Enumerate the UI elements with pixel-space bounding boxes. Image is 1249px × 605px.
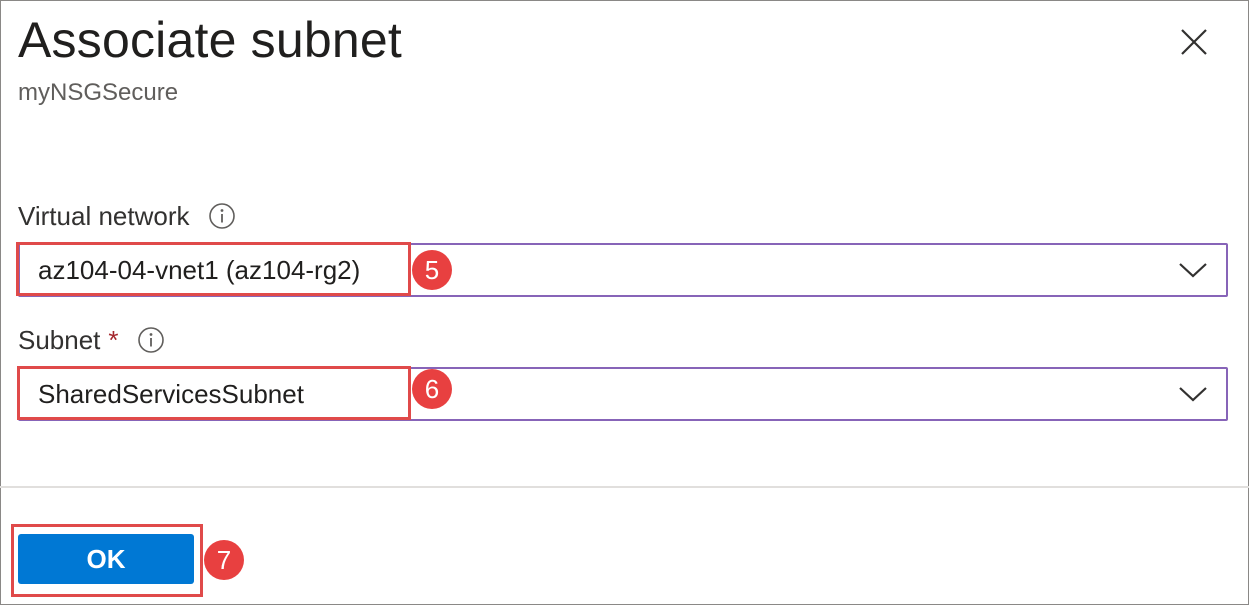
subnet-value: SharedServicesSubnet bbox=[38, 379, 304, 409]
step-badge-7: 7 bbox=[204, 540, 244, 580]
footer-divider bbox=[0, 486, 1249, 488]
close-button[interactable] bbox=[1172, 20, 1216, 64]
panel-frame bbox=[0, 0, 1249, 605]
step-badge-6: 6 bbox=[412, 369, 452, 409]
subnet-label-row: Subnet * bbox=[18, 324, 165, 356]
subnet-dropdown[interactable]: SharedServicesSubnet bbox=[18, 367, 1228, 421]
ok-button[interactable]: OK bbox=[18, 534, 194, 584]
close-icon bbox=[1181, 29, 1207, 55]
subnet-label: Subnet bbox=[18, 325, 101, 355]
required-asterisk: * bbox=[108, 325, 119, 355]
virtual-network-label: Virtual network bbox=[18, 201, 190, 231]
panel-title: Associate subnet bbox=[18, 12, 402, 68]
virtual-network-dropdown[interactable]: az104-04-vnet1 (az104-rg2) bbox=[18, 243, 1228, 297]
chevron-down-icon bbox=[1179, 263, 1207, 278]
info-icon[interactable] bbox=[137, 326, 165, 354]
virtual-network-label-row: Virtual network bbox=[18, 200, 236, 232]
info-icon[interactable] bbox=[208, 202, 236, 230]
panel-subtitle: myNSGSecure bbox=[18, 79, 179, 106]
chevron-down-icon bbox=[1179, 387, 1207, 402]
step-badge-5: 5 bbox=[412, 250, 452, 290]
virtual-network-value: az104-04-vnet1 (az104-rg2) bbox=[38, 255, 361, 285]
